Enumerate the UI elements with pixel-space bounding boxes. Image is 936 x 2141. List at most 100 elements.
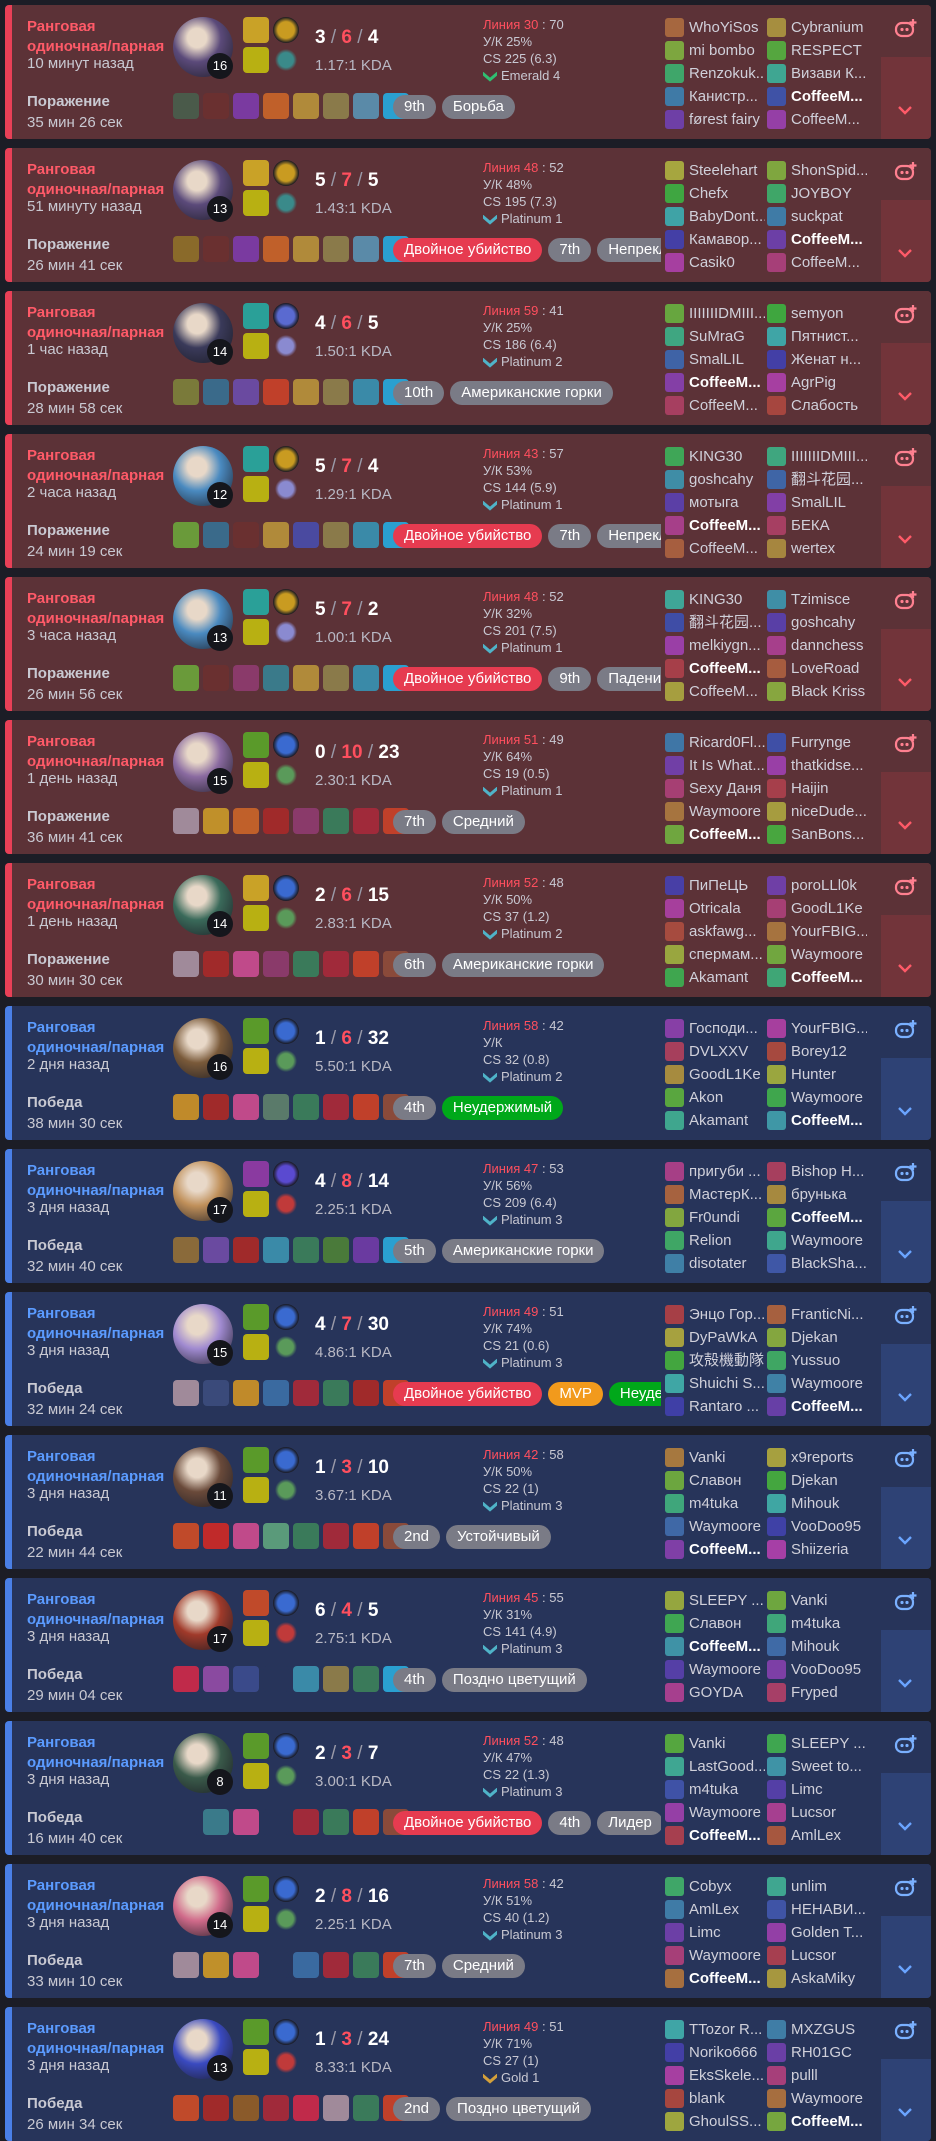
item-icon[interactable] [353,1380,379,1406]
match-card[interactable]: Ранговая одиночная/парная 10 минут назад П… [5,5,931,139]
item-icon[interactable] [353,522,379,548]
player-entry[interactable]: Vanki [665,1733,765,1756]
item-icon[interactable] [173,951,199,977]
match-badge[interactable]: Поздно цветущий [446,2097,591,2121]
add-friend-icon[interactable] [893,732,919,761]
item-icon[interactable] [263,1666,289,1692]
summoner-spell-icon[interactable] [243,1334,269,1360]
summoner-spell-icon[interactable] [243,446,269,472]
player-entry[interactable]: YourFBIG... [767,921,867,944]
item-icon[interactable] [293,1523,319,1549]
item-icon[interactable] [233,1237,259,1263]
item-icon[interactable] [203,93,229,119]
secondary-rune-icon[interactable] [273,1763,299,1789]
player-entry[interactable]: Cobyx [665,1876,765,1899]
player-entry[interactable]: CoffeeM... [767,1110,867,1133]
player-entry[interactable]: Bishop H... [767,1161,867,1184]
match-card[interactable]: Ранговая одиночная/парная 2 часа назад Пор… [5,434,931,568]
match-badge[interactable]: 4th [548,1811,592,1835]
chevron-down-icon[interactable] [896,1673,914,1694]
item-icon[interactable] [173,236,199,262]
summoner-spell-icon[interactable] [243,476,269,502]
player-entry[interactable]: AmlLex [767,1825,867,1848]
player-entry[interactable]: m4tuka [665,1493,765,1516]
summoner-spell-icon[interactable] [243,303,269,329]
match-badge[interactable]: Двойное убийство [393,667,543,691]
keystone-rune-icon[interactable] [273,1590,299,1616]
player-entry[interactable]: CoffeeM... [665,824,765,847]
player-entry[interactable]: DVLXXV [665,1041,765,1064]
player-entry[interactable]: wertex [767,538,867,561]
player-entry[interactable]: LastGood... [665,1756,765,1779]
match-badge[interactable]: Американские горки [441,1239,605,1263]
item-icon[interactable] [203,522,229,548]
player-entry[interactable]: Waymoore [767,2088,867,2111]
keystone-rune-icon[interactable] [273,589,299,615]
item-icon[interactable] [293,379,319,405]
item-icon[interactable] [293,2095,319,2121]
summoner-spell-icon[interactable] [243,1018,269,1044]
player-entry[interactable]: Cybranium [767,17,867,40]
player-entry[interactable]: VooDoo95 [767,1659,867,1682]
chevron-down-icon[interactable] [896,1530,914,1551]
player-entry[interactable]: x9reports [767,1447,867,1470]
item-icon[interactable] [323,1809,349,1835]
player-entry[interactable]: CoffeeM... [665,1539,765,1562]
item-icon[interactable] [293,522,319,548]
player-entry[interactable]: GoodL1Ke [767,898,867,921]
summoner-spell-icon[interactable] [243,1477,269,1503]
add-friend-icon[interactable] [893,1876,919,1905]
player-entry[interactable]: Haijin [767,778,867,801]
add-friend-icon[interactable] [893,875,919,904]
item-icon[interactable] [353,1666,379,1692]
keystone-rune-icon[interactable] [273,446,299,472]
player-entry[interactable]: Yussuo [767,1350,867,1373]
player-entry[interactable]: mi bombo [665,40,765,63]
item-icon[interactable] [353,808,379,834]
player-entry[interactable]: goshcahy [767,612,867,635]
player-entry[interactable]: Waymoore [767,1373,867,1396]
item-icon[interactable] [353,1952,379,1978]
add-friend-icon[interactable] [893,1447,919,1476]
player-entry[interactable]: Sexy Даня [665,778,765,801]
player-entry[interactable]: Djekan [767,1470,867,1493]
item-icon[interactable] [353,2095,379,2121]
player-entry[interactable]: thatkidse... [767,755,867,778]
secondary-rune-icon[interactable] [273,1906,299,1932]
item-icon[interactable] [263,1094,289,1120]
item-icon[interactable] [203,1237,229,1263]
player-entry[interactable]: БЕКА [767,515,867,538]
player-entry[interactable]: ShonSpid... [767,160,867,183]
player-entry[interactable]: Lucsor [767,1802,867,1825]
item-icon[interactable] [203,236,229,262]
match-card[interactable]: Ранговая одиночная/парная 1 час назад Пора… [5,291,931,425]
keystone-rune-icon[interactable] [273,1304,299,1330]
player-entry[interactable]: SuMraG [665,326,765,349]
player-entry[interactable]: pulll [767,2065,867,2088]
player-entry[interactable]: GOYDA [665,1682,765,1705]
summoner-spell-icon[interactable] [243,2019,269,2045]
item-icon[interactable] [293,1094,319,1120]
player-entry[interactable]: førest fairy [665,109,765,132]
chevron-down-icon[interactable] [896,815,914,836]
player-entry[interactable]: ПиПеЦЬ [665,875,765,898]
item-icon[interactable] [233,1094,259,1120]
player-entry[interactable]: goshcahy [665,469,765,492]
summoner-spell-icon[interactable] [243,732,269,758]
player-entry[interactable]: Славон [665,1613,765,1636]
summoner-spell-icon[interactable] [243,1304,269,1330]
match-badge[interactable]: 7th [393,1954,436,1978]
player-entry[interactable]: m4tuka [665,1779,765,1802]
summoner-spell-icon[interactable] [243,1620,269,1646]
chevron-down-icon[interactable] [896,1387,914,1408]
item-icon[interactable] [353,1094,379,1120]
item-icon[interactable] [323,1523,349,1549]
player-entry[interactable]: CoffeeM... [767,1396,867,1419]
player-entry[interactable]: Waymoore [767,1230,867,1253]
item-icon[interactable] [353,236,379,262]
item-icon[interactable] [203,951,229,977]
player-entry[interactable]: AmlLex [665,1899,765,1922]
match-badge[interactable]: Непреклонный [597,524,661,548]
player-entry[interactable]: disotater [665,1253,765,1276]
player-entry[interactable]: Casik0 [665,252,765,275]
